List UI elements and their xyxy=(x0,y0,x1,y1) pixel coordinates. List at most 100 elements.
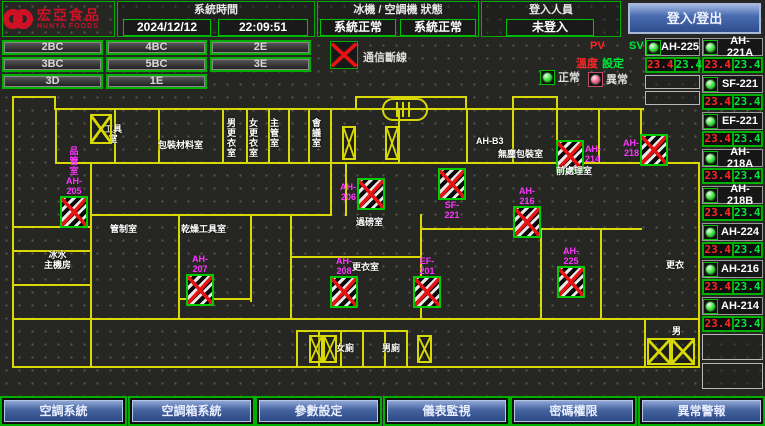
device-name: AH-216 xyxy=(718,263,762,275)
marker-label: SF-221 xyxy=(444,200,459,220)
led-glyph xyxy=(705,190,716,201)
device-ef-221[interactable]: EF-221 xyxy=(702,112,763,130)
device-values: 23.423.4 xyxy=(702,168,763,184)
ahu-marker-ah-208[interactable]: AH-208 xyxy=(330,276,358,308)
room-label: 男 xyxy=(672,326,681,336)
floor-button-1e[interactable]: 1E xyxy=(106,74,207,89)
device-ah-214[interactable]: AH-214 xyxy=(702,297,763,315)
device-sf-221[interactable]: SF-221 xyxy=(702,75,763,93)
device-ah-216[interactable]: AH-216 xyxy=(702,260,763,278)
floor-button-3e[interactable]: 3E xyxy=(210,57,311,72)
nav-button-2[interactable]: 空調箱系統 xyxy=(132,400,251,422)
login-logout-button[interactable]: 登入/登出 xyxy=(628,3,761,34)
device-ah-225[interactable]: AH-225 xyxy=(645,38,700,56)
ahu-marker-ef-201[interactable]: EF-201 xyxy=(413,276,441,308)
nav-button-3[interactable]: 參數設定 xyxy=(259,400,378,422)
floor-button-4bc[interactable]: 4BC xyxy=(106,40,207,55)
nav-button-1[interactable]: 空調系統 xyxy=(4,400,123,422)
nav-frame: 參數設定 xyxy=(255,396,382,426)
empty-slot xyxy=(702,363,763,389)
device-name: AH-225 xyxy=(661,41,699,53)
ahu-marker-ah-207[interactable]: AH-207 xyxy=(186,274,214,306)
wall xyxy=(362,330,364,368)
sv-value: 23.4 xyxy=(732,96,762,108)
wall xyxy=(12,366,92,368)
room-label: 主管室 xyxy=(269,118,279,148)
ahu-marker-ah-206[interactable]: AH-206 xyxy=(357,178,385,210)
nav-frame: 空調箱系統 xyxy=(128,396,255,426)
device-name: AH-218A xyxy=(718,146,762,170)
wall xyxy=(12,284,92,286)
marker-label: 品管室 AH-205 xyxy=(66,146,82,196)
device-ah-221a[interactable]: AH-221A xyxy=(702,38,763,56)
wall xyxy=(12,96,56,98)
wall xyxy=(12,318,14,368)
device-ah-224[interactable]: AH-224 xyxy=(702,223,763,241)
device-ah-218a[interactable]: AH-218A xyxy=(702,149,763,167)
floor-button-2bc[interactable]: 2BC xyxy=(2,40,103,55)
wall xyxy=(90,366,700,368)
led-glyph xyxy=(705,264,716,275)
sv-value: 23.4 xyxy=(732,133,762,145)
wall xyxy=(600,228,602,320)
comm-loss-x-icon xyxy=(642,136,666,164)
marker-label: AH-218 xyxy=(623,138,639,158)
nav-button-5[interactable]: 密碼權限 xyxy=(514,400,633,422)
floor-button-3d[interactable]: 3D xyxy=(2,74,103,89)
normal-led-icon xyxy=(540,70,555,85)
ahu-marker-ah-225[interactable]: AH-225 xyxy=(557,266,585,298)
room-label: 男更衣室 xyxy=(226,118,236,158)
brand-logo: 宏亞食品 HUNYA FOODS xyxy=(2,1,115,37)
status-led-icon xyxy=(703,77,718,92)
marker-label: AH-214 xyxy=(585,144,601,164)
comm-loss-x-icon xyxy=(415,278,439,306)
status-led-icon xyxy=(703,114,718,129)
room-label: 更衣室 xyxy=(352,262,379,272)
stair-icon xyxy=(671,338,695,365)
stair-icon xyxy=(647,338,671,365)
device-column-a: AH-225 23.423.4 xyxy=(645,38,700,107)
device-values: 23.423.4 xyxy=(702,242,763,258)
sv-value: 23.4 xyxy=(732,207,762,219)
device-values: 23.423.4 xyxy=(645,57,700,73)
ahu-marker-ah-205[interactable]: 品管室 AH-205 xyxy=(60,196,88,228)
wall xyxy=(90,163,92,368)
sv-value: 23.4 xyxy=(674,59,703,71)
device-ah-218b[interactable]: AH-218B xyxy=(702,186,763,204)
comm-loss-x-icon xyxy=(188,276,212,304)
wall xyxy=(512,96,514,108)
logo-ring-icon xyxy=(13,9,33,29)
ahu-marker-sf-221[interactable]: SF-221 xyxy=(438,168,466,200)
room-label: 乾燥工具室 xyxy=(181,224,226,234)
wall xyxy=(330,163,332,216)
nav-button-4[interactable]: 儀表監視 xyxy=(387,400,506,422)
floor-button-3bc[interactable]: 3BC xyxy=(2,57,103,72)
system-time-label: 系統時間 xyxy=(118,2,314,18)
marker-label: EF-201 xyxy=(419,256,434,276)
comm-loss-x-icon xyxy=(359,180,383,208)
floor-button-2e[interactable]: 2E xyxy=(210,40,311,55)
empty-slot xyxy=(702,334,763,360)
status-led-icon xyxy=(703,225,718,240)
marker-label: AH-207 xyxy=(192,254,208,274)
floor-button-5bc[interactable]: 5BC xyxy=(106,57,207,72)
stair-icon xyxy=(90,114,112,144)
device-values: 23.423.4 xyxy=(702,316,763,332)
ahu-marker-ah-218[interactable]: AH-218 xyxy=(640,134,668,166)
device-values: 23.423.4 xyxy=(702,57,763,73)
set-label: 設定 xyxy=(602,55,624,71)
device-name: EF-221 xyxy=(718,115,762,127)
room-label: 管制室 xyxy=(110,224,137,234)
device-name: AH-224 xyxy=(718,226,762,238)
ahu-marker-ah-216[interactable]: AH-216 xyxy=(513,206,541,238)
wall xyxy=(250,214,252,302)
room-label: 無塵包裝室 xyxy=(498,149,543,159)
pv-column-label: PV xyxy=(590,40,605,52)
marker-label: AH-216 xyxy=(519,186,535,206)
nav-button-6[interactable]: 異常警報 xyxy=(642,400,761,422)
sv-value: 23.4 xyxy=(732,318,762,330)
wall xyxy=(90,214,332,216)
device-values: 23.423.4 xyxy=(702,94,763,110)
stair-icon xyxy=(417,335,432,363)
device-values: 23.423.4 xyxy=(702,205,763,221)
